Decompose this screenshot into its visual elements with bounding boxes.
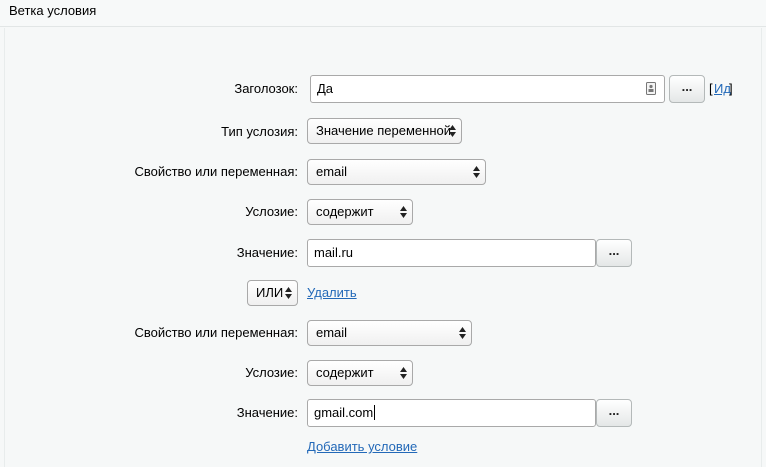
condition-value-1: содержит: [316, 204, 374, 219]
property-select-2[interactable]: email: [307, 320, 472, 346]
id-bracket-open: [: [709, 81, 713, 96]
value-browse-button-2[interactable]: ...: [596, 399, 632, 427]
title-input-value: Да: [317, 81, 334, 96]
contact-card-icon[interactable]: [646, 82, 656, 95]
operator-select[interactable]: ИЛИ: [247, 280, 298, 306]
select-arrows-icon: [400, 206, 407, 218]
select-arrows-icon: [459, 327, 466, 339]
condition-label-1: Услозие:: [245, 204, 298, 219]
condition-label-2: Услозие:: [245, 365, 298, 380]
condition-type-select[interactable]: Значение переменной: [307, 118, 462, 144]
value-label-1: Значение:: [236, 245, 298, 260]
property-label-2: Свойство или переменная:: [134, 325, 298, 340]
property-label-1: Свойство или переменная:: [134, 164, 298, 179]
value-browse-button-1[interactable]: ...: [596, 239, 632, 267]
select-arrows-icon: [473, 166, 480, 178]
value-input-2[interactable]: gmail.com: [307, 399, 596, 427]
title-input[interactable]: Да: [310, 75, 665, 103]
select-arrows-icon: [285, 287, 292, 299]
value-input-1-text: mail.ru: [314, 245, 354, 260]
value-input-1[interactable]: mail.ru: [307, 239, 596, 267]
select-arrows-icon: [400, 367, 407, 379]
condition-type-value: Значение переменной: [316, 123, 452, 138]
title-label: Заголозок:: [234, 81, 298, 96]
delete-link[interactable]: Удалить: [307, 285, 357, 300]
condition-value-2: содержит: [316, 365, 374, 380]
dialog-title: Ветка условия: [9, 3, 97, 18]
text-cursor: [374, 405, 376, 420]
condition-type-label: Тип услозия:: [221, 124, 298, 139]
operator-value: ИЛИ: [256, 285, 284, 300]
select-arrows-icon: [449, 125, 456, 137]
add-condition-link[interactable]: Добавить условие: [307, 439, 417, 454]
value-input-2-text: gmail.com: [314, 405, 374, 420]
title-browse-button[interactable]: ...: [669, 75, 705, 103]
property-select-1[interactable]: email: [307, 159, 486, 185]
dialog-header: Ветка условия: [0, 0, 766, 27]
id-bracket-close: ]: [729, 81, 733, 96]
property-value-1: email: [316, 164, 348, 179]
condition-select-1[interactable]: содержит: [307, 199, 413, 225]
property-value-2: email: [316, 325, 348, 340]
condition-select-2[interactable]: содержит: [307, 360, 413, 386]
value-label-2: Значение:: [236, 405, 298, 420]
